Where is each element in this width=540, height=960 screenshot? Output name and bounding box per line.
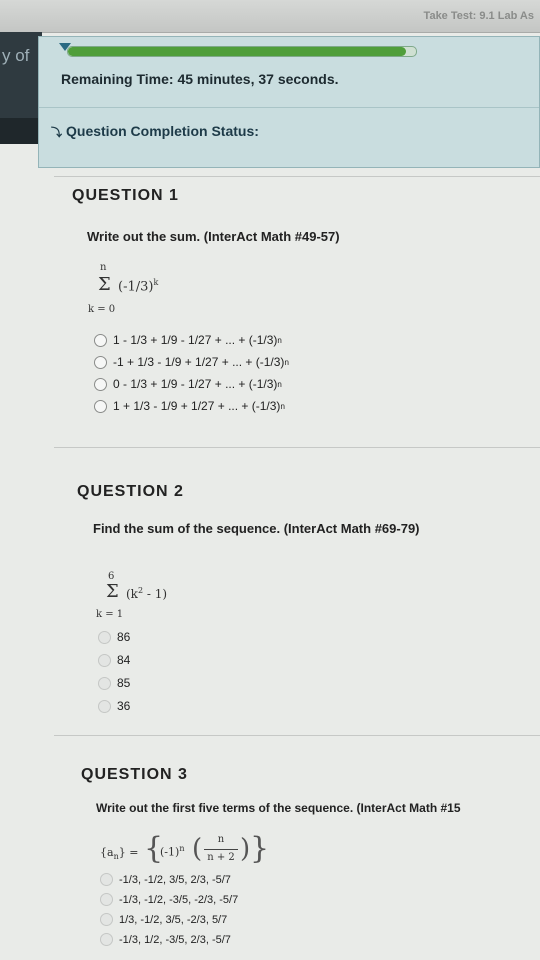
question-1-header: QUESTION 1	[72, 187, 179, 204]
sum-term-tail: - 1)	[143, 587, 168, 601]
radio-button[interactable]	[100, 933, 113, 946]
question-divider	[54, 176, 540, 177]
question-2-option[interactable]: 36	[98, 699, 130, 713]
question-1-expression: n Σ (-1/3)k k = 0	[88, 262, 208, 322]
option-exponent: n	[280, 401, 285, 411]
window-title: Take Test: 9.1 Lab As	[423, 10, 534, 22]
question-2-option[interactable]: 85	[98, 676, 130, 690]
option-text: 84	[117, 653, 131, 667]
test-status-panel: Remaining Time: 45 minutes, 37 seconds. …	[38, 36, 540, 168]
left-strip-text: y of	[2, 46, 30, 65]
radio-button[interactable]	[94, 377, 107, 391]
sequence-name: {a	[100, 846, 114, 859]
sum-lower-limit: k = 0	[88, 304, 116, 315]
question-1-option[interactable]: 1 + 1/3 - 1/9 + 1/27 + ... + (-1/3) n	[94, 399, 285, 413]
question-1-option[interactable]: 0 - 1/3 + 1/9 - 1/27 + ... + (-1/3) n	[94, 377, 282, 391]
question-3-option[interactable]: -1/3, 1/2, -3/5, 2/3, -5/7	[100, 933, 231, 946]
question-3-option[interactable]: -1/3, -1/2, -3/5, -2/3, -5/7	[100, 893, 238, 906]
panel-divider	[39, 107, 539, 108]
radio-button[interactable]	[94, 333, 107, 347]
question-3-header: QUESTION 3	[81, 766, 188, 783]
question-1-option[interactable]: -1 + 1/3 - 1/9 + 1/27 + ... + (-1/3) n	[94, 355, 289, 369]
remaining-time-value: 45 minutes, 37 seconds.	[177, 71, 339, 87]
sequence-equals: } =	[118, 846, 139, 859]
option-text: 0 - 1/3 + 1/9 - 1/27 + ... + (-1/3)	[113, 377, 278, 391]
option-exponent: n	[277, 335, 282, 345]
sum-term-exponent: k	[153, 278, 159, 287]
option-exponent: n	[277, 379, 282, 389]
question-1-prompt: Write out the sum. (InterAct Math #49-57…	[87, 229, 340, 244]
question-divider	[54, 447, 540, 448]
question-3-option[interactable]: 1/3, -1/2, 3/5, -2/3, 5/7	[100, 913, 227, 926]
option-text: 36	[117, 699, 131, 713]
radio-button[interactable]	[94, 355, 107, 369]
sum-term: (-1/3)k	[118, 278, 158, 294]
option-text: -1/3, 1/2, -3/5, 2/3, -5/7	[119, 933, 231, 946]
sum-term-base: (-1/3)	[118, 279, 154, 295]
question-3-prompt: Write out the first five terms of the se…	[96, 801, 461, 815]
option-text: -1/3, -1/2, -3/5, -2/3, -5/7	[119, 893, 239, 906]
option-text: 1 - 1/3 + 1/9 - 1/27 + ... + (-1/3)	[113, 333, 278, 347]
remaining-time-label: Remaining Time:	[61, 71, 174, 87]
option-exponent: n	[284, 357, 289, 367]
option-text: 1 + 1/3 - 1/9 + 1/27 + ... + (-1/3)	[113, 399, 281, 413]
sum-term: (k2 - 1)	[126, 586, 167, 601]
radio-button[interactable]	[100, 913, 113, 926]
option-text: 85	[117, 676, 131, 690]
question-completion-label: Question Completion Status:	[66, 123, 259, 139]
right-paren: )	[240, 834, 251, 864]
fraction-bar	[204, 849, 238, 850]
sequence-factor: (-1)n	[160, 844, 184, 859]
sigma-symbol: Σ	[98, 274, 111, 295]
left-strip-lower	[0, 118, 42, 144]
sum-term-base: (k	[126, 587, 138, 601]
sequence-lhs: {an} =	[100, 846, 138, 861]
question-2-expression: 6 Σ (k2 - 1) k = 1	[96, 571, 216, 627]
option-text: 1/3, -1/2, 3/5, -2/3, 5/7	[119, 913, 228, 926]
fraction-numerator: n	[217, 834, 225, 845]
time-progress-bar	[67, 46, 417, 57]
factor-base: (-1)	[160, 845, 180, 859]
radio-button[interactable]	[98, 676, 111, 690]
sum-upper-limit: n	[100, 262, 107, 273]
option-text: 86	[117, 630, 131, 644]
radio-button[interactable]	[98, 653, 111, 667]
window-title-bar: Take Test: 9.1 Lab As	[0, 0, 540, 33]
question-2-prompt: Find the sum of the sequence. (InterAct …	[93, 521, 420, 536]
question-2-option[interactable]: 86	[98, 630, 130, 644]
left-paren: (	[192, 834, 203, 864]
question-1-option[interactable]: 1 - 1/3 + 1/9 - 1/27 + ... + (-1/3) n	[94, 333, 282, 347]
sum-lower-limit: k = 1	[96, 609, 124, 620]
question-completion-toggle[interactable]: ⤵ Question Completion Status:	[51, 123, 259, 140]
option-text: -1 + 1/3 - 1/9 + 1/27 + ... + (-1/3)	[113, 355, 285, 369]
radio-button[interactable]	[94, 399, 107, 413]
time-progress-fill	[68, 47, 406, 56]
question-2-option[interactable]: 84	[98, 653, 130, 667]
fraction-denominator: n + 2	[207, 852, 235, 863]
option-text: -1/3, -1/2, 3/5, 2/3, -5/7	[119, 873, 231, 886]
question-3-expression: {an} = { (-1)n ( n n + 2 ) }	[100, 832, 270, 872]
question-divider	[54, 735, 540, 736]
sigma-symbol: Σ	[106, 581, 119, 602]
chevron-down-icon: ⤵	[51, 127, 62, 139]
right-brace: }	[250, 831, 270, 866]
radio-button[interactable]	[98, 699, 111, 713]
factor-exponent: n	[179, 844, 185, 853]
remaining-time: Remaining Time: 45 minutes, 37 seconds.	[61, 71, 339, 87]
question-3-option[interactable]: -1/3, -1/2, 3/5, 2/3, -5/7	[100, 873, 231, 886]
question-2-header: QUESTION 2	[77, 483, 184, 500]
radio-button[interactable]	[100, 873, 113, 886]
radio-button[interactable]	[100, 893, 113, 906]
radio-button[interactable]	[98, 630, 111, 644]
